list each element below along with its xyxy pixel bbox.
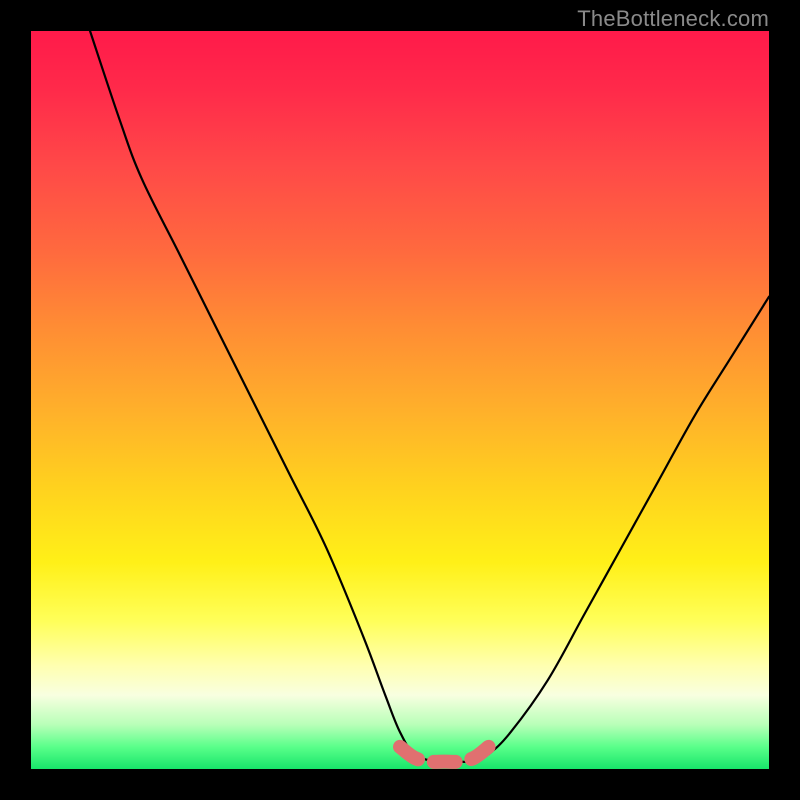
watermark-text: TheBottleneck.com <box>577 6 769 32</box>
chart-frame: TheBottleneck.com <box>0 0 800 800</box>
optimal-zone-highlight <box>400 747 489 762</box>
bottleneck-chart <box>0 0 800 800</box>
bottleneck-curve <box>90 31 769 762</box>
